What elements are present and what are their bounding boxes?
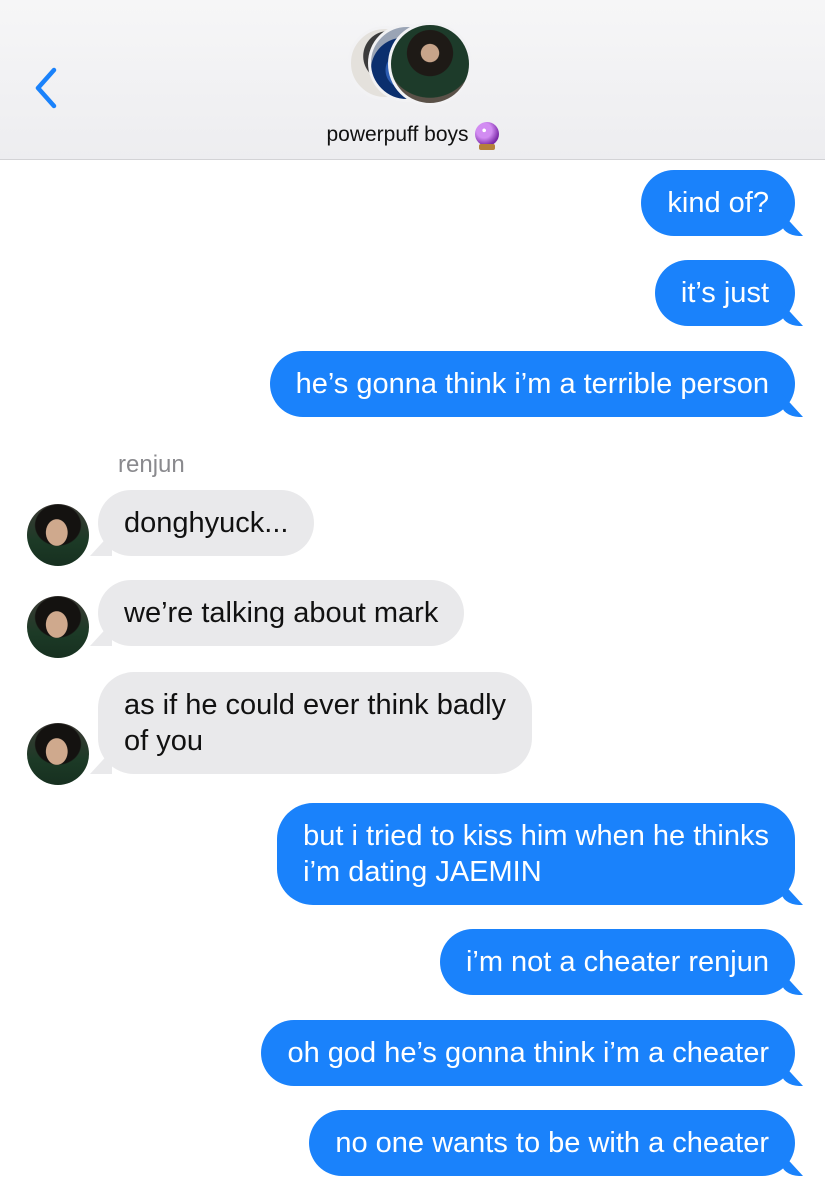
chevron-left-icon (35, 67, 57, 109)
message-text: kind of? (667, 187, 769, 219)
crystal-ball-icon (474, 122, 499, 150)
message-text: he’s gonna think i’m a terrible person (295, 368, 769, 400)
avatar[interactable] (27, 504, 89, 566)
group-member-avatar (388, 22, 472, 106)
message-text-line: but i tried to kiss him when he thinks (303, 820, 769, 852)
message-bubble-outgoing[interactable]: but i tried to kiss him when he thinks i… (277, 803, 795, 905)
message-bubble-outgoing[interactable]: oh god he’s gonna think i’m a cheater (261, 1020, 795, 1086)
group-avatar-icon[interactable] (348, 22, 478, 108)
message-text: no one wants to be with a cheater (335, 1127, 769, 1159)
message-text: i’m not a cheater renjun (465, 946, 769, 978)
avatar[interactable] (27, 596, 89, 658)
message-bubble-incoming[interactable]: as if he could ever think badly of you (98, 672, 533, 774)
message-text: oh god he’s gonna think i’m a cheater (287, 1037, 769, 1069)
message-text-line: as if he could ever think badly (124, 689, 507, 721)
avatar[interactable] (27, 723, 89, 785)
message-text-line: of you (124, 725, 203, 757)
message-text: it’s just (680, 277, 769, 309)
message-bubble-outgoing[interactable]: kind of? (641, 170, 795, 236)
message-text-line: i’m dating JAEMIN (303, 856, 542, 888)
message-bubble-outgoing[interactable]: it’s just (654, 260, 795, 326)
message-bubble-outgoing[interactable]: i’m not a cheater renjun (439, 929, 795, 995)
message-bubble-outgoing[interactable]: no one wants to be with a cheater (309, 1110, 795, 1176)
message-bubble-incoming[interactable]: we’re talking about mark (98, 580, 465, 646)
message-bubble-outgoing[interactable]: he’s gonna think i’m a terrible person (269, 351, 795, 417)
back-button[interactable] (28, 62, 68, 112)
chat-header: powerpuff boys (0, 0, 825, 160)
group-title[interactable]: powerpuff boys (0, 122, 825, 150)
group-name-label: powerpuff boys (326, 123, 469, 146)
message-bubble-incoming[interactable]: donghyuck... (98, 490, 315, 556)
sender-name: renjun (118, 451, 185, 478)
message-text: donghyuck... (124, 507, 289, 539)
message-text: we’re talking about mark (124, 597, 439, 629)
